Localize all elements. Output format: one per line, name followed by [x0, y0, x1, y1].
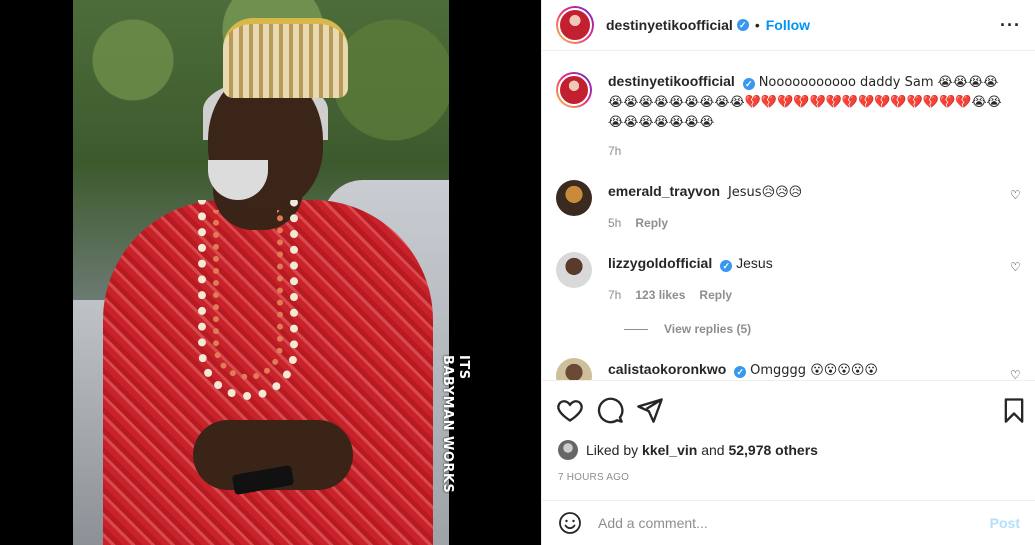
comment-likes-count[interactable]: 123 likes	[635, 288, 685, 302]
photo-coral-beads	[213, 210, 283, 380]
bookmark-icon[interactable]	[1000, 396, 1028, 424]
add-comment-input[interactable]	[598, 515, 978, 531]
comment-text: lizzygoldofficial ✓ Jesus	[608, 254, 1003, 272]
comment-avatar[interactable]	[556, 180, 592, 216]
follow-button[interactable]: Follow	[766, 17, 810, 33]
comment-like-heart-icon[interactable]: ♡	[1010, 368, 1022, 380]
comment-body: Jesus😥😥😥	[727, 185, 803, 200]
comment-meta: 7h 123 likes Reply	[608, 288, 732, 302]
comment-body: Omgggg 😮😮😮😮😮	[750, 363, 878, 378]
verified-badge-icon: ✓	[736, 19, 749, 31]
view-replies-button[interactable]: View replies (5)	[624, 322, 751, 336]
watermark-line-2: BABYMAN WORKS	[440, 355, 455, 494]
caption-username[interactable]: destinyetikoofficial	[608, 73, 735, 89]
caption-time: 7h	[608, 144, 622, 158]
photo-cap	[223, 18, 348, 98]
comment-username[interactable]: emerald_trayvon	[608, 183, 720, 199]
action-bar	[542, 392, 1035, 428]
comment-like-heart-icon[interactable]: ♡	[1010, 188, 1022, 202]
verified-badge-icon: ✓	[734, 366, 747, 378]
author-username[interactable]: destinyetikoofficial	[606, 17, 733, 33]
add-comment-bar: Post	[542, 500, 1035, 545]
more-horizontal-icon[interactable]: ···	[1000, 15, 1021, 36]
post-timestamp[interactable]: 7 HOURS AGO	[558, 472, 629, 483]
comment-body: Jesus	[736, 255, 773, 271]
liked-by-user[interactable]: kkel_vin	[642, 442, 697, 458]
post-header: destinyetikoofficial ✓ • Follow ···	[542, 0, 1035, 51]
comment-text: calistaokoronkwo ✓ Omgggg 😮😮😮😮😮	[608, 360, 1003, 380]
comment-meta: 5h Reply	[608, 216, 668, 230]
liked-by-conj: and	[701, 442, 725, 458]
liked-by: Liked by kkel_vin and 52,978 others	[558, 440, 818, 460]
comments-list[interactable]: destinyetikoofficial ✓ Nooooooooooo daddy…	[542, 52, 1035, 381]
comment-text: emerald_trayvon Jesus😥😥😥	[608, 182, 1003, 202]
comment-avatar[interactable]	[556, 358, 592, 380]
verified-badge-icon: ✓	[720, 260, 733, 272]
photo-watermark: ITS BABYMAN WORKS	[440, 355, 481, 505]
heart-icon[interactable]	[556, 396, 584, 424]
comment-time: 5h	[608, 216, 622, 230]
reply-button[interactable]: Reply	[635, 216, 668, 230]
caption-avatar[interactable]	[556, 72, 592, 108]
liked-by-prefix: Liked by	[586, 442, 639, 458]
caption-text: destinyetikoofficial ✓ Nooooooooooo daddy…	[608, 72, 1003, 132]
emoji-icon[interactable]	[558, 511, 582, 535]
share-icon[interactable]	[636, 396, 664, 424]
comment-time: 7h	[608, 288, 622, 302]
comment-icon[interactable]	[596, 396, 624, 424]
comment-username[interactable]: calistaokoronkwo	[608, 361, 726, 377]
post-photo	[73, 0, 449, 545]
post-button[interactable]: Post	[990, 515, 1020, 531]
post-media[interactable]: ITS BABYMAN WORKS	[0, 0, 541, 545]
liked-by-others[interactable]: 52,978 others	[728, 442, 818, 458]
liker-avatar[interactable]	[558, 440, 578, 460]
separator-dot: •	[754, 17, 760, 33]
comment-avatar[interactable]	[556, 252, 592, 288]
author-avatar[interactable]	[556, 6, 594, 44]
reply-button[interactable]: Reply	[699, 288, 732, 302]
watermark-line-1: ITS	[456, 355, 471, 380]
comment-like-heart-icon[interactable]: ♡	[1010, 260, 1022, 274]
post-panel: destinyetikoofficial ✓ • Follow ··· dest…	[541, 0, 1035, 545]
verified-badge-icon: ✓	[742, 78, 755, 90]
comment-username[interactable]: lizzygoldofficial	[608, 255, 712, 271]
